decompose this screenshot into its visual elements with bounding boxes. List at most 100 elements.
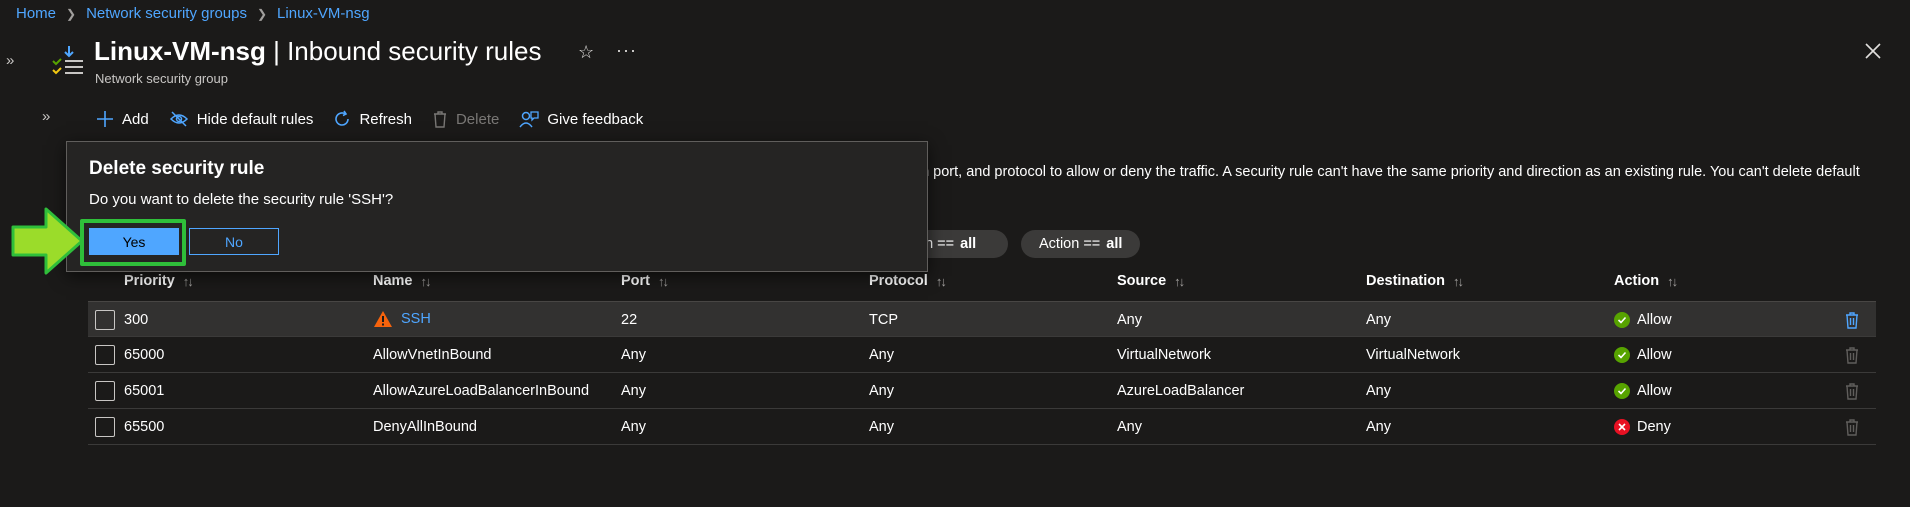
hide-default-rules-button[interactable]: Hide default rules <box>169 110 314 128</box>
column-header-action[interactable]: Action ↑↓ <box>1614 273 1678 289</box>
trash-icon <box>1846 419 1858 436</box>
cell-port: Any <box>621 347 646 363</box>
feedback-icon <box>519 111 539 128</box>
row-checkbox[interactable] <box>95 381 115 401</box>
security-rules-table: Priority ↑↓ Name ↑↓ Port ↑↓ Protocol ↑↓ Sour… <box>88 265 1876 445</box>
chevron-right-icon: ❯ <box>256 6 268 21</box>
x-circle-icon <box>1614 419 1630 435</box>
breadcrumb: Home ❯ Network security groups ❯ Linux-V… <box>16 5 370 22</box>
row-checkbox[interactable] <box>95 345 115 365</box>
trash-icon <box>1846 383 1858 400</box>
sort-icon: ↑↓ <box>182 273 194 289</box>
filter-value: all <box>1106 236 1123 252</box>
breadcrumb-home[interactable]: Home <box>16 5 56 22</box>
table-row[interactable]: 65001 AllowAzureLoadBalancerInBound Any … <box>88 373 1876 409</box>
give-feedback-button[interactable]: Give feedback <box>519 110 643 128</box>
delete-confirmation-dialog: Delete security rule Do you want to dele… <box>66 141 928 272</box>
sort-icon: ↑↓ <box>658 273 669 289</box>
row-checkbox[interactable] <box>95 417 115 437</box>
trash-icon <box>433 111 446 128</box>
section-name: Inbound security rules <box>287 36 542 66</box>
ellipsis-icon[interactable]: ··· <box>616 40 637 61</box>
expand-sidebar-icon[interactable]: » <box>6 52 14 69</box>
title-separator: | <box>265 36 288 66</box>
column-label: Priority <box>124 273 175 289</box>
star-icon[interactable]: ☆ <box>578 42 594 63</box>
column-label: Source <box>1117 273 1167 289</box>
command-bar: Add Hide default rules Refresh Delete Gi… <box>96 107 663 131</box>
cell-name: DenyAllInBound <box>373 419 477 435</box>
add-button[interactable]: Add <box>96 110 149 128</box>
column-header-priority[interactable]: Priority ↑↓ <box>124 273 194 289</box>
cell-destination: Any <box>1366 419 1391 435</box>
filter-label: Action == <box>1039 236 1101 252</box>
expand-menu-icon[interactable]: » <box>42 108 50 125</box>
cell-port: Any <box>621 419 646 435</box>
sort-icon: ↑↓ <box>935 273 947 289</box>
column-header-port[interactable]: Port ↑↓ <box>621 273 669 289</box>
warning-icon <box>374 311 392 327</box>
eye-hide-icon <box>169 111 188 127</box>
column-label: Name <box>373 273 413 289</box>
column-header-protocol[interactable]: Protocol ↑↓ <box>869 273 947 289</box>
delete-button[interactable]: Delete <box>432 110 499 128</box>
refresh-label: Refresh <box>359 110 412 128</box>
resource-name: Linux-VM-nsg <box>94 36 266 66</box>
column-header-name[interactable]: Name ↑↓ <box>373 273 432 289</box>
cell-protocol: Any <box>869 383 894 399</box>
check-circle-icon <box>1614 383 1630 399</box>
cell-source: AzureLoadBalancer <box>1117 383 1245 399</box>
delete-label: Delete <box>455 110 500 128</box>
page-title: Linux-VM-nsg | Inbound security rules <box>94 36 541 67</box>
table-row[interactable]: 65000 AllowVnetInBound Any Any VirtualNe… <box>88 337 1876 373</box>
chevron-right-icon: ❯ <box>66 6 77 21</box>
cell-priority: 300 <box>124 312 149 328</box>
trash-icon[interactable] <box>1844 311 1860 329</box>
pointer-arrow-icon <box>11 207 84 275</box>
cell-destination: Any <box>1366 383 1391 399</box>
action-label: Allow <box>1637 383 1672 399</box>
close-icon[interactable] <box>1864 42 1882 60</box>
cell-action: Allow <box>1614 312 1672 328</box>
breadcrumb-current[interactable]: Linux-VM-nsg <box>277 5 370 22</box>
breadcrumb-nsg-list[interactable]: Network security groups <box>86 5 247 22</box>
filter-pill-action[interactable]: Action == all <box>1021 230 1141 258</box>
sort-icon: ↑↓ <box>1174 273 1185 289</box>
cell-protocol: Any <box>869 347 894 363</box>
cell-port: Any <box>621 383 646 399</box>
refresh-button[interactable]: Refresh <box>333 110 412 128</box>
column-label: Port <box>621 273 650 289</box>
row-checkbox[interactable] <box>95 310 115 330</box>
check-circle-icon <box>1614 312 1630 328</box>
check-circle-icon <box>1614 347 1630 363</box>
table-row[interactable]: 65500 DenyAllInBound Any Any Any Any Den… <box>88 409 1876 445</box>
cell-destination: VirtualNetwork <box>1366 347 1461 363</box>
no-button[interactable]: No <box>189 228 279 255</box>
rule-name-link[interactable]: SSH <box>401 311 431 327</box>
cell-name: AllowVnetInBound <box>373 347 492 363</box>
action-label: Deny <box>1637 419 1671 435</box>
cell-source: VirtualNetwork <box>1117 347 1212 363</box>
refresh-icon <box>335 110 350 126</box>
table-row[interactable]: 300 SSH 22 TCP Any Any Allow <box>88 301 1876 337</box>
cell-source: Any <box>1117 312 1142 328</box>
description-text: on port, and protocol to allow or deny t… <box>913 164 1860 180</box>
cell-port: 22 <box>621 312 638 328</box>
column-header-source[interactable]: Source ↑↓ <box>1117 273 1185 289</box>
sort-icon: ↑↓ <box>1667 273 1678 289</box>
filter-value: all <box>960 236 977 252</box>
dialog-message: Do you want to delete the security rule … <box>89 191 394 208</box>
dialog-title: Delete security rule <box>89 158 265 179</box>
column-header-destination[interactable]: Destination ↑↓ <box>1366 273 1464 289</box>
trash-icon <box>1846 347 1858 364</box>
cell-source: Any <box>1117 419 1142 435</box>
action-label: Allow <box>1637 312 1672 328</box>
cell-priority: 65500 <box>124 419 165 435</box>
give-feedback-label: Give feedback <box>547 110 644 128</box>
cell-destination: Any <box>1366 312 1391 328</box>
page-subtitle: Network security group <box>95 71 228 86</box>
add-label: Add <box>122 110 149 128</box>
hide-default-rules-label: Hide default rules <box>196 110 314 128</box>
nsg-rules-icon <box>52 46 83 75</box>
cell-protocol: Any <box>869 419 894 435</box>
